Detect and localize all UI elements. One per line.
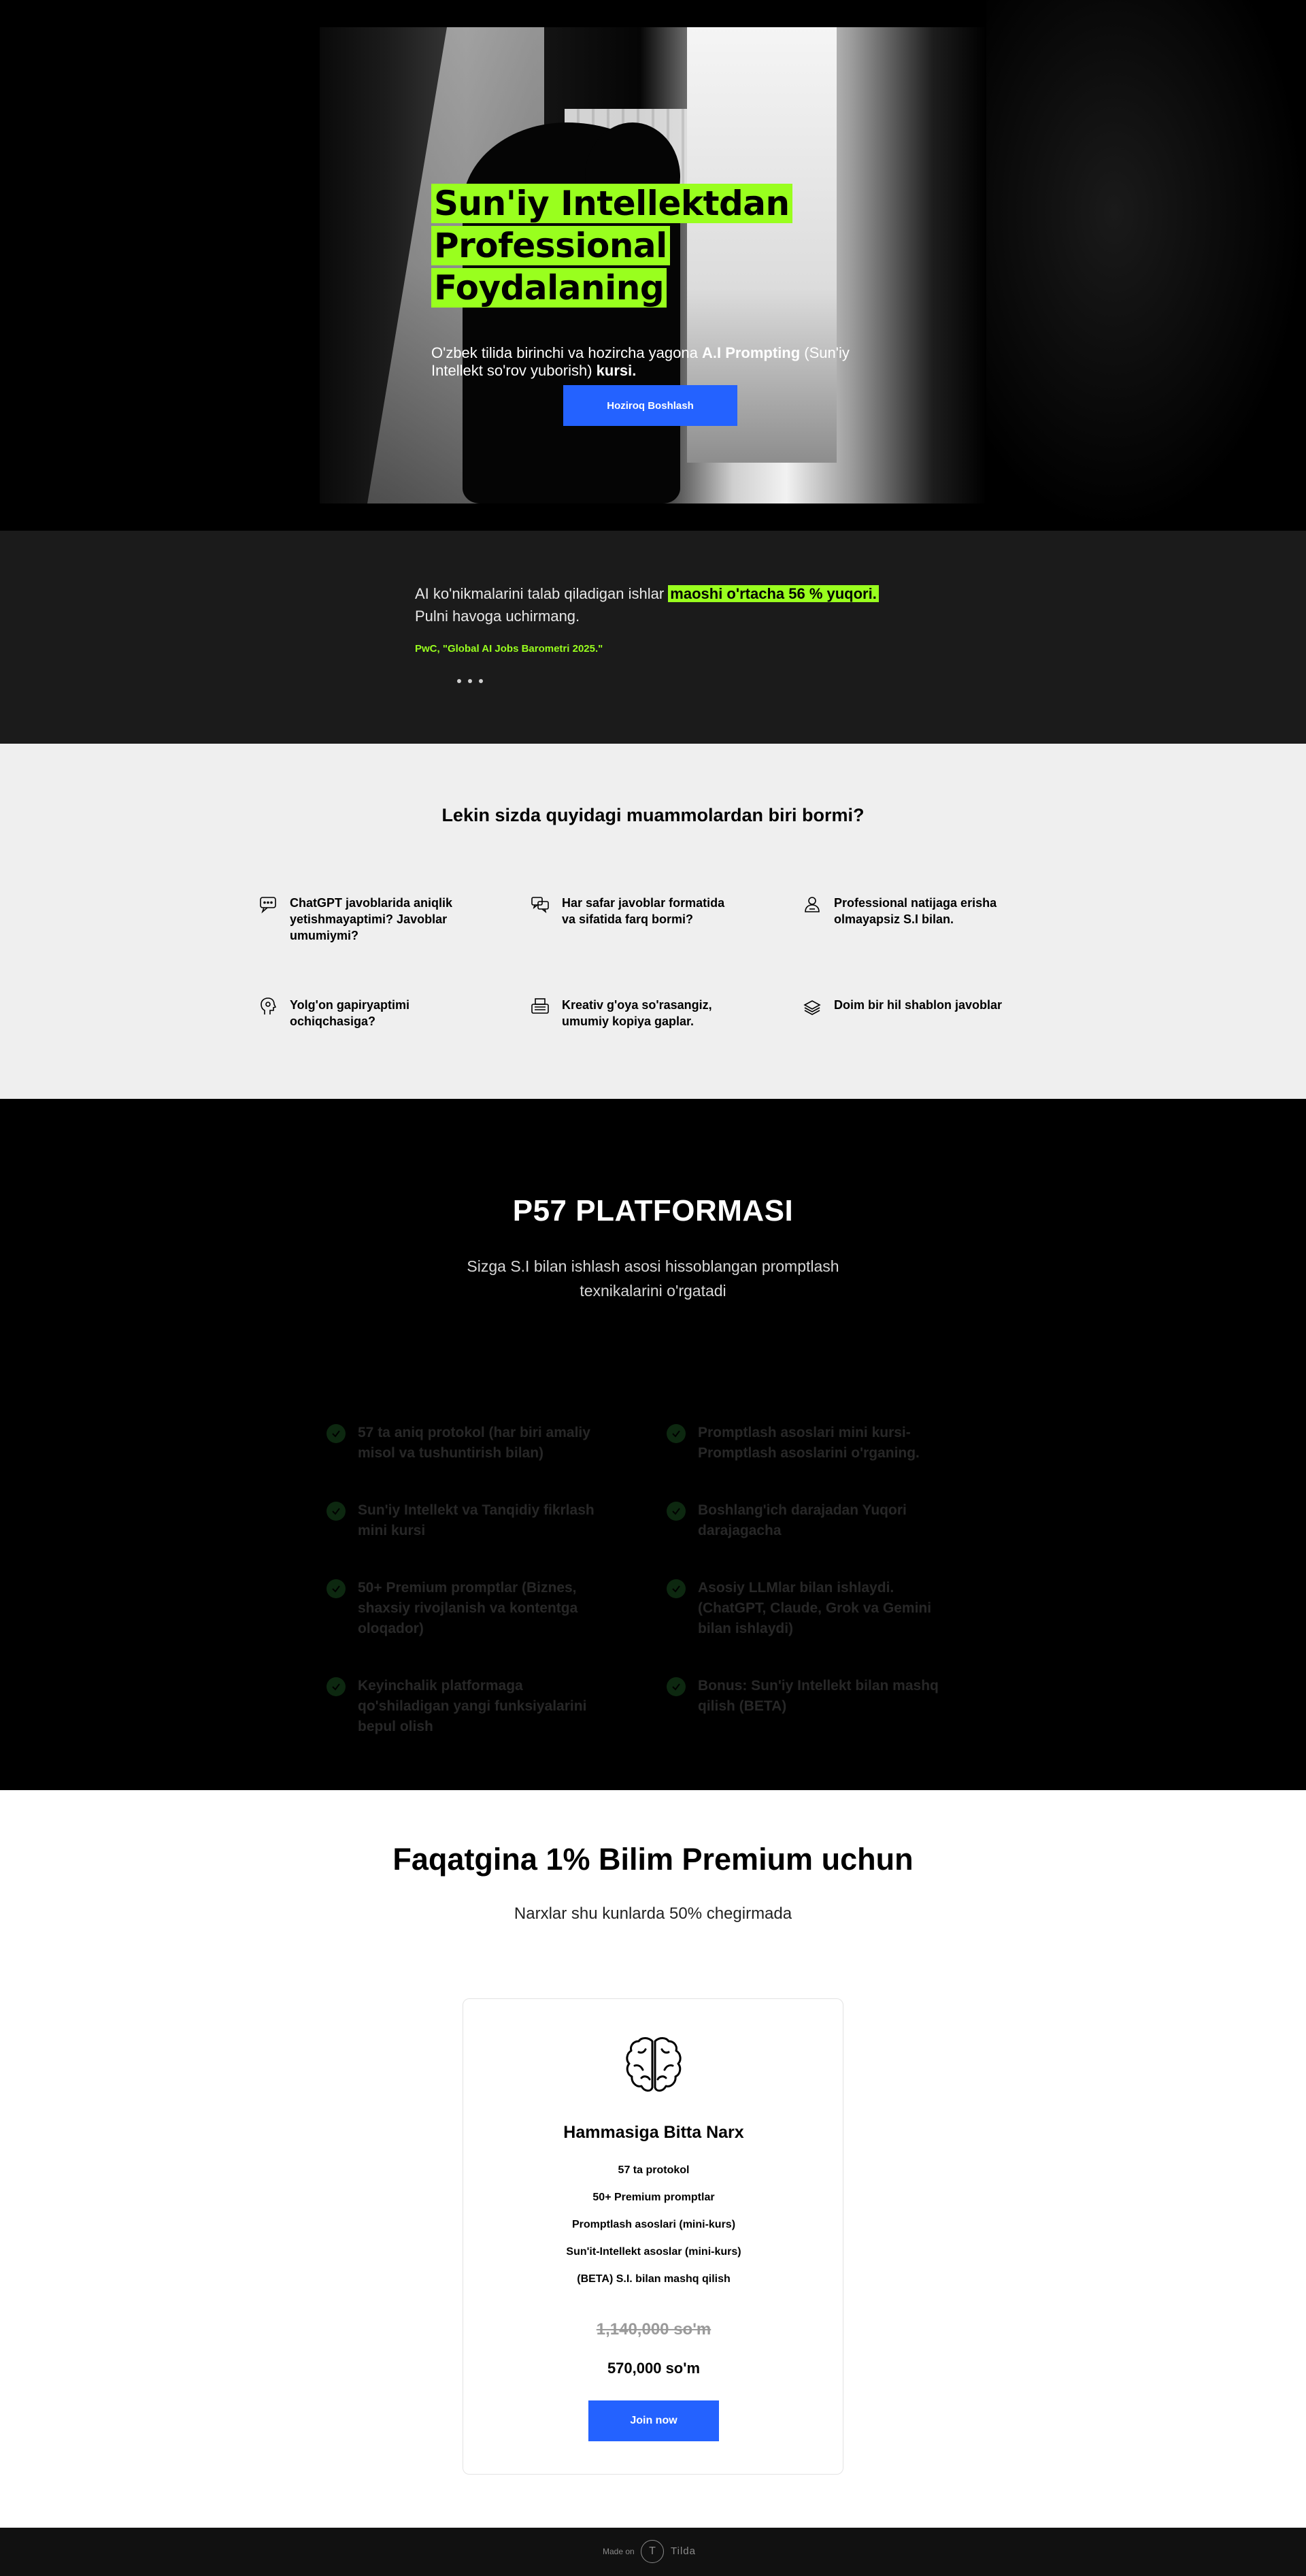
tilda-brand-link[interactable]: Tilda	[671, 2545, 696, 2557]
tilda-logo-icon[interactable]: T	[641, 2540, 664, 2563]
person-icon	[805, 897, 820, 912]
head-profile-icon	[261, 997, 277, 1014]
problem-item: ChatGPT javoblarida aniqlik yetishmayapt…	[258, 895, 463, 944]
pricing-card-title: Hammasiga Bitta Narx	[563, 2123, 744, 2142]
slider-dot	[457, 679, 461, 683]
pricing-subtitle: Narxlar shu kunlarda 50% chegirmada	[514, 1904, 792, 1923]
problem-item: Yolg'on gapiryaptimi ochiqchasiga?	[258, 997, 463, 1029]
platform-subtitle: Sizga S.I bilan ishlash asosi hissoblang…	[467, 1257, 839, 1300]
hero-title-line1: Sun'iy Intellektdan	[431, 184, 792, 223]
feature-item: 50+ Premium promptlar (Biznes, shaxsiy r…	[326, 1578, 599, 1639]
hero-right-shadow	[986, 0, 1306, 531]
list-item: 50+ Premium promptlar	[592, 2192, 715, 2203]
feature-item: 57 ta aniq protokol (har biri amaliy mis…	[326, 1423, 599, 1464]
problems-section: Lekin sizda quyidagi muammolardan biri b…	[0, 744, 1306, 1099]
list-item: 57 ta protokol	[618, 2164, 690, 2176]
problem-item: Doim bir hil shablon javoblar	[803, 997, 1007, 1016]
feature-item: Promptlash asoslari mini kursi- Promptla…	[667, 1423, 939, 1464]
speech-bubbles-icon	[531, 897, 549, 914]
feature-item: Asosiy LLMlar bilan ishlaydi. (ChatGPT, …	[667, 1578, 939, 1639]
problem-item: Har safar javoblar formatida va sifatida…	[531, 895, 735, 927]
join-now-button[interactable]: Join now	[588, 2400, 719, 2441]
quote-highlight: maoshi o'rtacha 56 % yuqori.	[668, 585, 879, 602]
check-icon	[326, 1677, 346, 1696]
pricing-section: Faqatgina 1% Bilim Premium uchun Narxlar…	[0, 1790, 1306, 2528]
footer: Made on T Tilda	[0, 2528, 1306, 2576]
slider-dot	[479, 679, 483, 683]
hero-title: Sun'iy Intellektdan Professional Foydala…	[431, 182, 907, 309]
hero-content: Sun'iy Intellektdan Professional Foydala…	[431, 182, 907, 380]
platform-section: P57 PLATFORMASI Sizga S.I bilan ishlash …	[0, 1099, 1306, 1790]
new-price: 570,000 so'm	[607, 2360, 701, 2377]
slider-dots[interactable]	[457, 679, 483, 683]
stack-icon	[803, 1000, 821, 1015]
hero-subtitle: O'zbek tilida birinchi va hozircha yagon…	[431, 344, 850, 379]
pricing-card: Hammasiga Bitta Narx 57 ta protokol 50+ …	[463, 1998, 843, 2475]
slider-dot	[468, 679, 472, 683]
quote-section: AI ko'nikmalarini talab qiladigan ishlar…	[0, 531, 1306, 744]
brain-icon	[626, 2037, 682, 2092]
quote-source: PwC, "Global AI Jobs Barometri 2025."	[415, 643, 603, 655]
check-icon	[667, 1579, 686, 1598]
made-on-label: Made on	[603, 2547, 635, 2556]
start-now-button[interactable]: Hoziroq Boshlash	[563, 385, 737, 426]
check-icon	[667, 1424, 686, 1443]
feature-item: Boshlang'ich darajadan Yuqori darajagach…	[667, 1500, 939, 1541]
list-item: Promptlash asoslari (mini-kurs)	[571, 2219, 736, 2230]
quote-text: AI ko'nikmalarini talab qiladigan ishlar…	[415, 582, 932, 627]
check-icon	[326, 1502, 346, 1521]
list-item: Sun'it-Intellekt asoslar (mini-kurs)	[566, 2246, 741, 2258]
chat-bubble-icon	[260, 897, 276, 914]
check-icon	[326, 1424, 346, 1443]
pricing-title: Faqatgina 1% Bilim Premium uchun	[392, 1842, 914, 1877]
pricing-includes-list: 57 ta protokol 50+ Premium promptlar Pro…	[463, 2164, 844, 2300]
hero-title-line2: Professional Foydalaning	[431, 226, 670, 308]
check-icon	[667, 1677, 686, 1696]
check-icon	[326, 1579, 346, 1598]
platform-title: P57 PLATFORMASI	[512, 1194, 794, 1227]
feature-item: Bonus: Sun'iy Intellekt bilan mashq qili…	[667, 1676, 939, 1717]
hero-section: Sun'iy Intellektdan Professional Foydala…	[0, 0, 1306, 531]
problems-title: Lekin sizda quyidagi muammolardan biri b…	[441, 805, 865, 825]
feature-item: Sun'iy Intellekt va Tanqidiy fikrlash mi…	[326, 1500, 599, 1541]
check-icon	[667, 1502, 686, 1521]
typewriter-icon	[531, 998, 549, 1014]
problem-item: Kreativ g'oya so'rasangiz, umumiy kopiya…	[531, 997, 735, 1029]
problem-item: Professional natijaga erisha olmayapsiz …	[803, 895, 1007, 927]
feature-item: Keyinchalik platformaga qo'shiladigan ya…	[326, 1676, 599, 1737]
list-item: (BETA) S.I. bilan mashq qilish	[577, 2273, 731, 2285]
old-price: 1,140,000 so'm	[596, 2320, 711, 2339]
